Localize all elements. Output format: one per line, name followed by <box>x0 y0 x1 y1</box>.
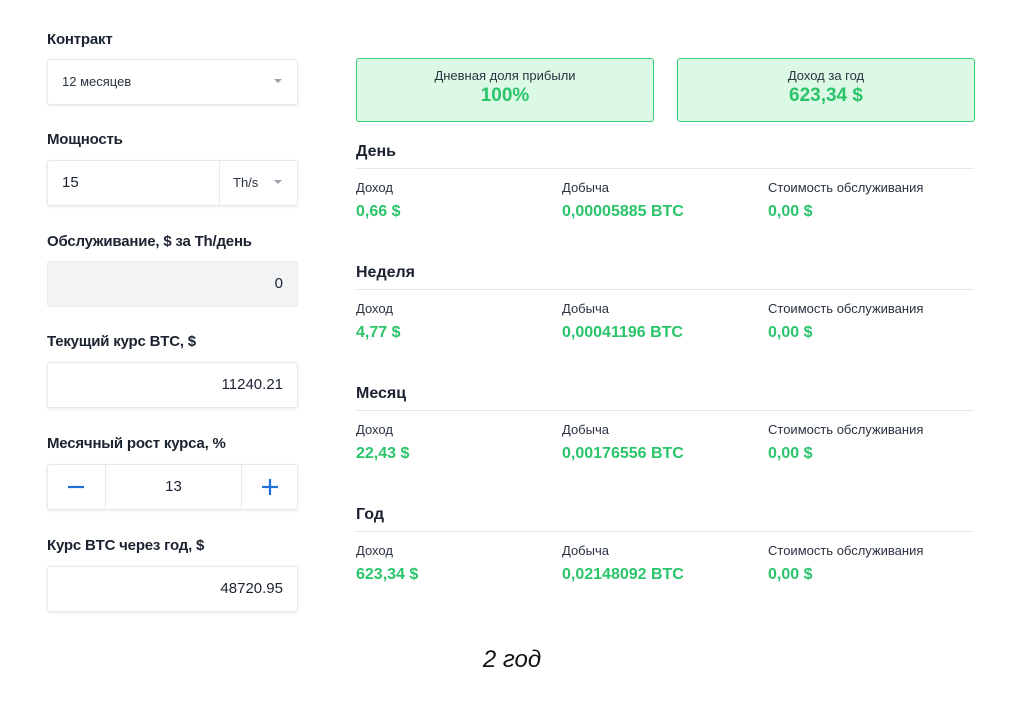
yearly-income-title: Доход за год <box>787 68 865 83</box>
week-service-cost-value: 0,00 $ <box>768 324 813 341</box>
power-label: Мощность <box>47 131 123 148</box>
growth-label: Месячный рост курса, % <box>47 435 226 452</box>
income-label: Доход <box>356 543 393 558</box>
contract-select[interactable]: 12 месяцев <box>47 59 298 105</box>
month-service-cost-value: 0,00 $ <box>768 445 813 462</box>
power-unit-select[interactable]: Th/s <box>233 175 258 190</box>
year-income-value: 623,34 $ <box>356 566 419 583</box>
day-mined-value: 0,00005885 BTC <box>562 203 684 220</box>
btc-year-value: 48720.95 <box>220 580 283 597</box>
month-mined-value: 0,00176556 BTC <box>562 445 684 462</box>
mined-label: Добыча <box>562 301 609 316</box>
contract-select-value: 12 месяцев <box>62 74 132 89</box>
year-mined-value: 0,02148092 BTC <box>562 566 684 583</box>
service-cost-label: Стоимость обслуживания <box>768 180 924 195</box>
decrement-button[interactable] <box>48 465 104 509</box>
btc-rate-label: Текущий курс BTC, $ <box>47 333 196 350</box>
btc-rate-input[interactable]: 11240.21 <box>47 362 298 408</box>
period-title-week: Неделя <box>356 264 416 281</box>
increment-button[interactable] <box>242 465 298 509</box>
income-label: Доход <box>356 301 393 316</box>
period-title-day: День <box>356 143 396 160</box>
day-service-cost-value: 0,00 $ <box>768 203 813 220</box>
caret-down-icon <box>274 180 282 184</box>
yearly-income-value: 623,34 $ <box>789 85 863 106</box>
service-cost-label: Стоимость обслуживания <box>768 543 924 558</box>
contract-label: Контракт <box>47 31 113 48</box>
year-service-cost-value: 0,00 $ <box>768 566 813 583</box>
mined-label: Добыча <box>562 543 609 558</box>
section-divider <box>356 289 974 290</box>
yearly-income-card: Доход за год 623,34 $ <box>677 58 975 122</box>
week-income-value: 4,77 $ <box>356 324 401 341</box>
btc-rate-value: 11240.21 <box>221 376 283 393</box>
power-input-group: 15 Th/s <box>47 160 298 206</box>
growth-stepper: 13 <box>47 464 298 510</box>
income-label: Доход <box>356 422 393 437</box>
daily-share-title: Дневная доля прибыли <box>434 68 576 83</box>
maintenance-value: 0 <box>274 275 283 292</box>
daily-share-card: Дневная доля прибыли 100% <box>356 58 654 122</box>
btc-year-label: Курс BTC через год, $ <box>47 537 205 554</box>
plus-icon <box>262 479 278 495</box>
section-divider <box>356 531 974 532</box>
service-cost-label: Стоимость обслуживания <box>768 301 924 316</box>
growth-input[interactable]: 13 <box>106 478 241 495</box>
income-label: Доход <box>356 180 393 195</box>
power-input[interactable]: 15 <box>62 174 79 191</box>
mined-label: Добыча <box>562 422 609 437</box>
week-mined-value: 0,00041196 BTC <box>562 324 683 341</box>
day-income-value: 0,66 $ <box>356 203 401 220</box>
figure-caption: 2 год <box>482 646 542 673</box>
mined-label: Добыча <box>562 180 609 195</box>
minus-icon <box>68 485 84 489</box>
period-title-month: Месяц <box>356 385 407 402</box>
period-title-year: Год <box>356 506 384 523</box>
power-unit-divider <box>219 161 220 205</box>
maintenance-field: 0 <box>47 261 298 307</box>
maintenance-label: Обслуживание, $ за Th/день <box>47 233 252 250</box>
btc-year-field: 48720.95 <box>47 566 298 612</box>
section-divider <box>356 410 974 411</box>
daily-share-value: 100% <box>480 85 530 106</box>
caret-down-icon <box>274 79 282 83</box>
month-income-value: 22,43 $ <box>356 445 410 462</box>
service-cost-label: Стоимость обслуживания <box>768 422 924 437</box>
section-divider <box>356 168 974 169</box>
